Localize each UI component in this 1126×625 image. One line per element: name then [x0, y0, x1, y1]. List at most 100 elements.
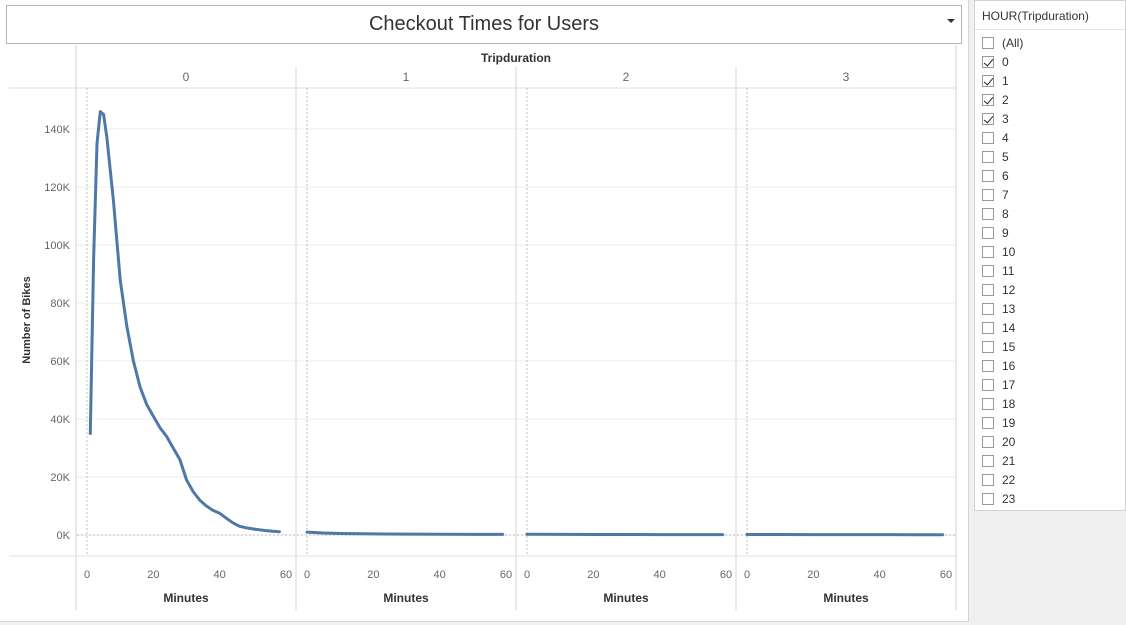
filter-checkbox[interactable]: [982, 473, 994, 486]
panel-header: 0: [183, 70, 190, 84]
y-tick-label: 80K: [50, 298, 70, 310]
x-tick-label: 40: [214, 569, 226, 581]
filter-checkbox[interactable]: [982, 188, 994, 201]
filter-item-2[interactable]: 2: [982, 90, 1023, 109]
x-tick-label: 60: [940, 569, 952, 581]
filter-title: HOUR(Tripduration): [982, 9, 1089, 23]
filter-item-label: 4: [1002, 130, 1009, 145]
filter-item-22[interactable]: 22: [982, 470, 1023, 489]
filter-item-11[interactable]: 11: [982, 261, 1023, 280]
filter-item-17[interactable]: 17: [982, 375, 1023, 394]
y-axis-label: Number of Bikes: [21, 276, 33, 363]
filter-checkbox[interactable]: [982, 207, 994, 220]
filter-item-label: 2: [1002, 92, 1009, 107]
filter-checkbox[interactable]: [982, 112, 994, 125]
filter-checkbox[interactable]: [982, 435, 994, 448]
filter-checkbox[interactable]: [982, 226, 994, 239]
filter-item-7[interactable]: 7: [982, 185, 1023, 204]
filter-item-label: 12: [1002, 282, 1016, 297]
filter-item-label: 19: [1002, 415, 1016, 430]
panel-header: 2: [623, 70, 630, 84]
filter-checkbox[interactable]: [982, 36, 994, 49]
filter-item-5[interactable]: 5: [982, 147, 1023, 166]
filter-item-8[interactable]: 8: [982, 204, 1023, 223]
filter-item-21[interactable]: 21: [982, 451, 1023, 470]
panel-header: 3: [843, 70, 850, 84]
x-tick-label: 60: [500, 569, 512, 581]
filter-item-label: 22: [1002, 472, 1016, 487]
y-tick-label: 40K: [50, 414, 70, 426]
filter-item-18[interactable]: 18: [982, 394, 1023, 413]
x-axis-label: Minutes: [823, 591, 869, 605]
filter-item-14[interactable]: 14: [982, 318, 1023, 337]
x-tick-label: 0: [744, 569, 750, 581]
filter-item-23[interactable]: 23: [982, 489, 1023, 508]
filter-item-label: 6: [1002, 168, 1009, 183]
filter-checkbox[interactable]: [982, 492, 994, 505]
filter-item-label: 21: [1002, 453, 1016, 468]
y-tick-label: 120K: [44, 182, 70, 194]
filter-checkbox[interactable]: [982, 245, 994, 258]
filter-item-label: 14: [1002, 320, 1016, 335]
y-tick-label: 140K: [44, 124, 70, 136]
dashboard: Checkout Times for Users Tripduration Nu…: [0, 0, 969, 622]
filter-item-1[interactable]: 1: [982, 71, 1023, 90]
filter-item-label: 18: [1002, 396, 1016, 411]
x-tick-label: 60: [280, 569, 292, 581]
x-tick-label: 20: [147, 569, 159, 581]
filter-checkbox[interactable]: [982, 416, 994, 429]
filter-item-19[interactable]: 19: [982, 413, 1023, 432]
filter-checkbox[interactable]: [982, 454, 994, 467]
filter-item-16[interactable]: 16: [982, 356, 1023, 375]
filter-divider: [975, 29, 1125, 30]
filter-item-label: 3: [1002, 111, 1009, 126]
filter-item-3[interactable]: 3: [982, 109, 1023, 128]
filter-item-label: 9: [1002, 225, 1009, 240]
x-axis-label: Minutes: [603, 591, 649, 605]
filter-item-4[interactable]: 4: [982, 128, 1023, 147]
x-tick-label: 40: [874, 569, 886, 581]
filter-item-12[interactable]: 12: [982, 280, 1023, 299]
filter-item-9[interactable]: 9: [982, 223, 1023, 242]
filter-checkbox[interactable]: [982, 150, 994, 163]
y-tick-label: 20K: [50, 472, 70, 484]
line-chart: Tripduration Number of Bikes 0K 20K 40K 60K…: [0, 45, 966, 621]
filter-checkbox[interactable]: [982, 378, 994, 391]
filter-checkbox[interactable]: [982, 340, 994, 353]
filter-checkbox[interactable]: [982, 321, 994, 334]
x-tick-label: 0: [524, 569, 530, 581]
x-tick-label: 40: [654, 569, 666, 581]
filter-item-label: (All): [1002, 35, 1024, 50]
filter-list: (All) 0 1 2 3 4 5 6 7 8 9 10 11 12 13 14 15 16 17 18 19 20 21 2…: [982, 33, 1023, 508]
x-tick-label: 20: [587, 569, 599, 581]
x-axis-label: Minutes: [383, 591, 429, 605]
column-header-label: Tripduration: [481, 51, 551, 65]
filter-checkbox[interactable]: [982, 359, 994, 372]
filter-item-all[interactable]: (All): [982, 33, 1023, 52]
filter-item-label: 17: [1002, 377, 1016, 392]
filter-item-13[interactable]: 13: [982, 299, 1023, 318]
filter-item-label: 10: [1002, 244, 1016, 259]
filter-checkbox[interactable]: [982, 283, 994, 296]
filter-item-0[interactable]: 0: [982, 52, 1023, 71]
filter-checkbox[interactable]: [982, 169, 994, 182]
filter-item-15[interactable]: 15: [982, 337, 1023, 356]
filter-item-20[interactable]: 20: [982, 432, 1023, 451]
filter-checkbox[interactable]: [982, 397, 994, 410]
filter-checkbox[interactable]: [982, 131, 994, 144]
filter-checkbox[interactable]: [982, 55, 994, 68]
filter-checkbox[interactable]: [982, 74, 994, 87]
filter-item-label: 13: [1002, 301, 1016, 316]
filter-item-6[interactable]: 6: [982, 166, 1023, 185]
x-tick-label: 60: [720, 569, 732, 581]
filter-item-10[interactable]: 10: [982, 242, 1023, 261]
filter-item-label: 8: [1002, 206, 1009, 221]
filter-checkbox[interactable]: [982, 93, 994, 106]
x-tick-label: 40: [434, 569, 446, 581]
filter-item-label: 23: [1002, 491, 1016, 506]
filter-checkbox[interactable]: [982, 302, 994, 315]
filter-checkbox[interactable]: [982, 264, 994, 277]
y-tick-label: 0K: [57, 530, 71, 542]
x-tick-label: 0: [84, 569, 90, 581]
x-tick-label: 20: [807, 569, 819, 581]
